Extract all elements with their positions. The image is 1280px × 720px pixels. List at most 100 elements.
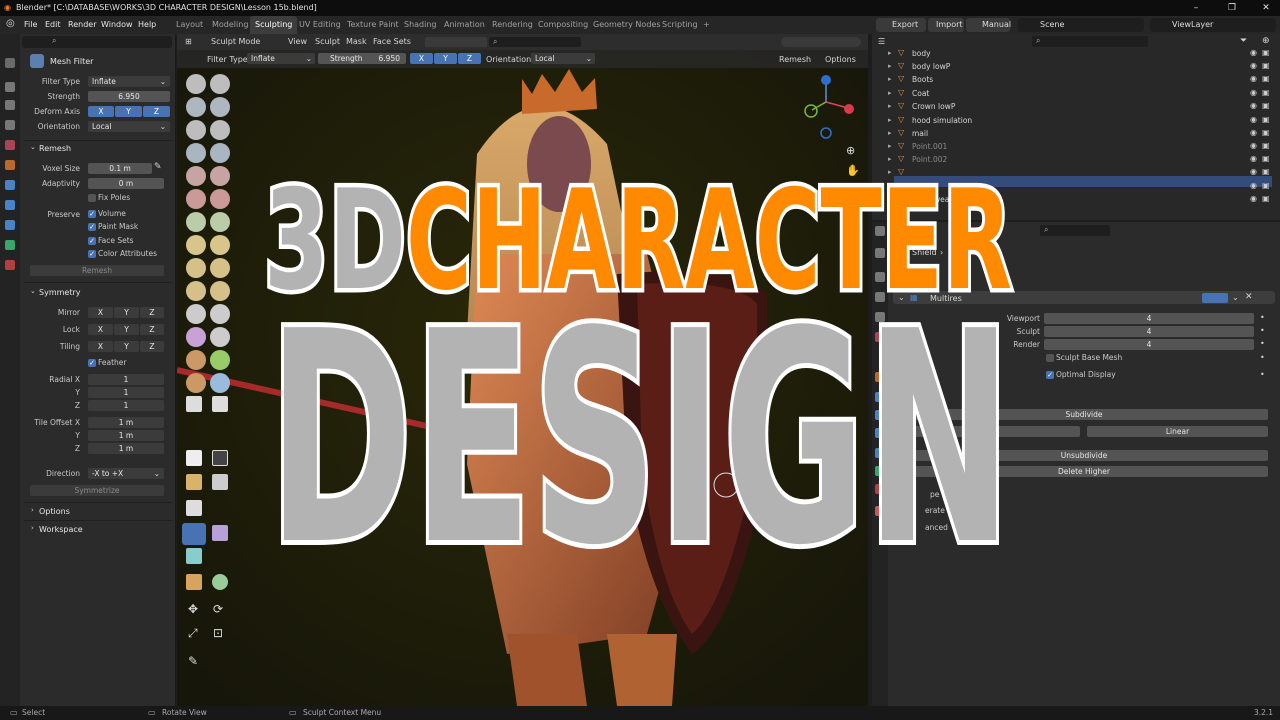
visibility-eye-icon[interactable]: ◉ bbox=[1250, 181, 1257, 190]
outliner-row[interactable]: ▸ ▽ Coat ◉ ▣ bbox=[876, 88, 1272, 100]
tile-offset-z-field[interactable]: 1 m bbox=[88, 443, 164, 454]
sculpt-menu[interactable]: Sculpt bbox=[315, 37, 340, 46]
blender-menu-icon[interactable]: ◎ bbox=[6, 18, 15, 29]
rotate-icon[interactable]: ⟳ bbox=[213, 602, 223, 616]
shape-section-partial[interactable]: pe bbox=[930, 490, 939, 499]
tab-sculpting[interactable]: Sculpting bbox=[250, 16, 298, 34]
keyframe-dot-icon[interactable]: • bbox=[1260, 339, 1265, 348]
pan-hand-icon[interactable]: ✋ bbox=[846, 164, 860, 177]
modifier-props-tab-icon[interactable] bbox=[875, 392, 885, 402]
keyframe-dot-icon[interactable]: • bbox=[1260, 313, 1265, 322]
fill-brush-icon[interactable] bbox=[186, 189, 206, 209]
material-tab-icon[interactable] bbox=[5, 260, 15, 270]
visibility-eye-icon[interactable]: ◉ bbox=[1250, 115, 1257, 124]
paint-brush-icon[interactable] bbox=[186, 396, 202, 412]
keyframe-dot-icon[interactable]: • bbox=[1260, 370, 1265, 379]
fix-poles-checkbox[interactable] bbox=[88, 194, 96, 202]
import-button[interactable]: Import bbox=[928, 18, 964, 32]
outliner-row[interactable]: ▸ ▽ mail ◉ ▣ bbox=[876, 128, 1272, 140]
mirror-x[interactable]: X bbox=[88, 307, 113, 318]
options-section-title[interactable]: Options bbox=[39, 507, 70, 516]
modifier-name[interactable]: Multires bbox=[930, 294, 962, 303]
mesh-filter-tool-active[interactable] bbox=[182, 523, 206, 545]
texture-props-tab-icon[interactable] bbox=[875, 506, 885, 516]
render-camera-icon[interactable]: ▣ bbox=[1262, 88, 1270, 97]
outliner-row[interactable]: ▸ ▽ body ◉ ▣ bbox=[876, 48, 1272, 60]
outliner-row[interactable]: ▸ ▽ ◉ ▣ bbox=[876, 167, 1272, 179]
menu-edit[interactable]: Edit bbox=[45, 16, 61, 34]
object-props-tab-icon[interactable] bbox=[875, 372, 885, 382]
tab-compositing[interactable]: Compositing bbox=[533, 16, 593, 34]
render-camera-icon[interactable]: ▣ bbox=[1262, 74, 1270, 83]
keyframe-dot-icon[interactable]: • bbox=[1260, 326, 1265, 335]
unsubdivide-button[interactable]: Unsubdivide bbox=[900, 450, 1268, 461]
physics-tab-icon[interactable] bbox=[5, 220, 15, 230]
outliner-item-label[interactable]: hood simulation bbox=[912, 116, 972, 125]
draw-face-sets-brush-icon[interactable] bbox=[186, 373, 206, 393]
rotate-brush-icon[interactable] bbox=[186, 304, 206, 324]
close-icon[interactable]: ✕ bbox=[1245, 292, 1253, 302]
tab-scripting[interactable]: Scripting bbox=[657, 16, 703, 34]
tiling-y[interactable]: Y bbox=[114, 341, 139, 352]
move-icon[interactable]: ✥ bbox=[188, 602, 198, 616]
face-sets-menu[interactable]: Face Sets bbox=[373, 37, 411, 46]
physics-props-tab-icon[interactable] bbox=[875, 428, 885, 438]
outliner-row[interactable]: ▸ ▽ Boots ◉ ▣ bbox=[876, 74, 1272, 86]
outliner-item-label[interactable]: Crown lowP bbox=[912, 102, 955, 111]
minimize-icon[interactable]: – bbox=[1184, 0, 1208, 16]
delete-higher-button[interactable]: Delete Higher bbox=[900, 466, 1268, 477]
layer-brush-icon[interactable] bbox=[186, 120, 206, 140]
elastic-deform-brush-icon[interactable] bbox=[210, 235, 230, 255]
expand-arrow-icon[interactable]: ▸ bbox=[888, 49, 892, 57]
visibility-eye-icon[interactable]: ◉ bbox=[1250, 74, 1257, 83]
annotate-icon[interactable]: ✎ bbox=[188, 654, 198, 668]
tiling-z[interactable]: Z bbox=[140, 341, 164, 352]
properties-search-field[interactable]: ⌕ bbox=[1040, 225, 1110, 236]
tab-shading[interactable]: Shading bbox=[399, 16, 442, 34]
zoom-icon[interactable]: ⊕ bbox=[846, 144, 855, 157]
eyedropper-icon[interactable]: ✎ bbox=[154, 162, 162, 172]
menu-file[interactable]: File bbox=[24, 16, 37, 34]
draw-brush-icon[interactable] bbox=[186, 74, 206, 94]
outliner-item-label[interactable]: Coat bbox=[912, 89, 929, 98]
sculpt-levels-field[interactable]: 4 bbox=[1044, 326, 1254, 337]
render-camera-icon[interactable]: ▣ bbox=[1262, 154, 1270, 163]
visibility-eye-icon[interactable]: ◉ bbox=[1250, 88, 1257, 97]
filter-type-header-dropdown[interactable]: Inflate ⌄ bbox=[247, 53, 315, 64]
object-tab-icon[interactable] bbox=[5, 160, 15, 170]
boundary-brush-icon[interactable] bbox=[186, 327, 206, 347]
chevron-down-icon[interactable]: ⌄ bbox=[30, 143, 36, 151]
multires-displacement-eraser-icon[interactable] bbox=[210, 373, 230, 393]
header-search-field[interactable]: ⌕ bbox=[489, 37, 581, 47]
edit-face-set-icon[interactable] bbox=[186, 574, 202, 590]
render-camera-icon[interactable]: ▣ bbox=[1262, 181, 1270, 190]
optimal-display-checkbox[interactable]: ✓ bbox=[1046, 371, 1054, 379]
strength-field[interactable]: 6.950 bbox=[88, 91, 170, 102]
radial-z-field[interactable]: 1 bbox=[88, 400, 164, 411]
expand-arrow-icon[interactable]: ▸ bbox=[888, 155, 892, 163]
thumb-brush-icon[interactable] bbox=[210, 258, 230, 278]
outliner-row[interactable]: ▸ ▽ Point.002 ◉ ▣ bbox=[876, 154, 1272, 166]
outliner-editor-icon[interactable]: ☰ bbox=[878, 37, 885, 46]
filter-icon[interactable]: ⏷ bbox=[1240, 36, 1247, 46]
tool-tab-icon[interactable] bbox=[5, 58, 15, 68]
expand-arrow-icon[interactable]: ▸ bbox=[888, 89, 892, 97]
render-levels-field[interactable]: 4 bbox=[1044, 339, 1254, 350]
draw-sharp-brush-icon[interactable] bbox=[210, 74, 230, 94]
radial-x-field[interactable]: 1 bbox=[88, 374, 164, 385]
expand-arrow-icon[interactable]: ▸ bbox=[888, 182, 892, 190]
clay-strips-brush-icon[interactable] bbox=[210, 97, 230, 117]
outliner-row[interactable]: ▸ ▽ Crown lowP ◉ ▣ bbox=[876, 101, 1272, 113]
orientation-dropdown[interactable]: Local ⌄ bbox=[88, 121, 170, 132]
tiling-x[interactable]: X bbox=[88, 341, 113, 352]
expand-arrow-icon[interactable]: ▸ bbox=[888, 62, 892, 70]
volume-checkbox[interactable]: ✓ bbox=[88, 210, 96, 218]
close-icon[interactable]: ✕ bbox=[1254, 0, 1278, 16]
outliner-item-label[interactable]: underwear bbox=[912, 195, 952, 204]
expand-arrow-icon[interactable]: ▸ bbox=[888, 168, 892, 176]
outliner-search-field[interactable]: ⌕ bbox=[1032, 36, 1148, 47]
chevron-right-icon[interactable]: › bbox=[31, 506, 34, 514]
header-axis-z[interactable]: Z bbox=[458, 53, 481, 64]
editor-type-icon[interactable]: ⊞ bbox=[185, 37, 192, 46]
simplify-brush-icon[interactable] bbox=[186, 350, 206, 370]
